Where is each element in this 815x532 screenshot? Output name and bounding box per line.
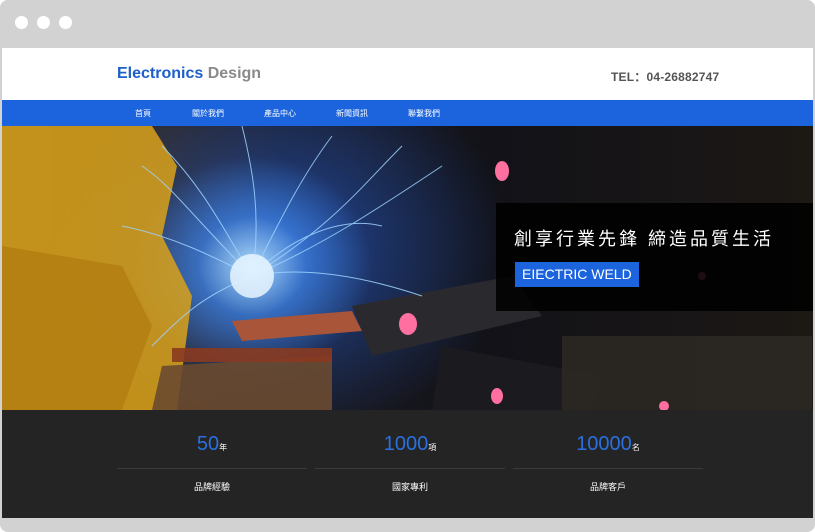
site-logo[interactable]: Electronics Design bbox=[117, 65, 261, 83]
stats-section: 50年 品牌經驗 1000項 國家專利 10000名 品牌客戶 bbox=[2, 410, 813, 518]
stat-unit: 名 bbox=[631, 443, 640, 452]
hero-tagline-badge[interactable]: EIECTRIC WELD bbox=[515, 262, 639, 287]
hero-slogan: 創享行業先鋒 締造品質生活 bbox=[514, 229, 774, 249]
weld-glow bbox=[230, 254, 274, 298]
torch-tip bbox=[232, 311, 362, 341]
stat-number: 1000項 bbox=[315, 433, 505, 456]
stat-unit: 項 bbox=[428, 443, 437, 452]
stat-value: 10000 bbox=[576, 433, 632, 455]
slogan-panel: 創享行業先鋒 締造品質生活 EIECTRIC WELD bbox=[496, 203, 813, 311]
logo-secondary-text: Design bbox=[207, 65, 262, 82]
stat-divider bbox=[315, 468, 505, 469]
window-control-dot[interactable] bbox=[15, 16, 28, 29]
stat-label: 品牌經驗 bbox=[193, 482, 230, 492]
nav-item-news[interactable]: 新聞資訊 bbox=[336, 108, 368, 119]
stat-value: 1000 bbox=[383, 433, 429, 455]
stat-value: 50 bbox=[196, 433, 220, 455]
stat-label: 品牌客戶 bbox=[589, 482, 626, 492]
nav-item-contact[interactable]: 聯繫我們 bbox=[408, 108, 440, 119]
nav-item-home[interactable]: 首頁 bbox=[135, 108, 151, 119]
page-viewport: Electronics Design TEL：04-26882747 首頁 關於… bbox=[2, 48, 813, 518]
window-control-dot[interactable] bbox=[59, 16, 72, 29]
logo-primary-text: Electronics bbox=[117, 65, 204, 82]
stat-item-patents: 1000項 國家專利 bbox=[315, 410, 505, 518]
site-header: Electronics Design TEL：04-26882747 bbox=[2, 48, 813, 100]
stat-number: 50年 bbox=[117, 433, 307, 456]
phone-number: TEL：04-26882747 bbox=[611, 70, 720, 84]
stat-label: 國家專利 bbox=[391, 482, 428, 492]
hero-banner: 創享行業先鋒 締造品質生活 EIECTRIC WELD bbox=[2, 126, 813, 410]
stat-divider bbox=[513, 468, 703, 469]
stat-number: 10000名 bbox=[513, 433, 703, 456]
window-control-dot[interactable] bbox=[37, 16, 50, 29]
stat-item-customers: 10000名 品牌客戶 bbox=[513, 410, 703, 518]
nav-item-products[interactable]: 產品中心 bbox=[264, 108, 296, 119]
stat-item-experience: 50年 品牌經驗 bbox=[117, 410, 307, 518]
stat-unit: 年 bbox=[219, 443, 228, 452]
metal-plate-edge bbox=[172, 348, 332, 362]
stat-divider bbox=[117, 468, 307, 469]
background-glove bbox=[562, 336, 812, 410]
window-titlebar bbox=[0, 0, 815, 48]
nav-item-about[interactable]: 關於我們 bbox=[192, 108, 224, 119]
main-nav: 首頁 關於我們 產品中心 新聞資訊 聯繫我們 bbox=[2, 100, 813, 126]
browser-window: Electronics Design TEL：04-26882747 首頁 關於… bbox=[0, 0, 815, 532]
